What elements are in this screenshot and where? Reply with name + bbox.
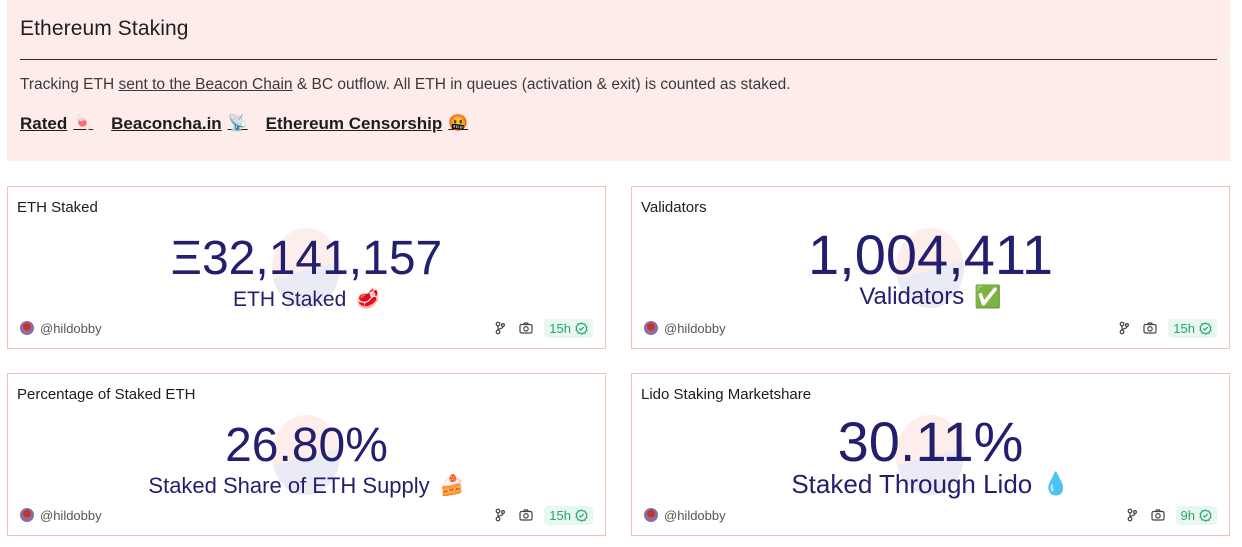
author-name: @hildobby — [664, 320, 726, 336]
avatar — [20, 321, 34, 335]
staked-percentage-card[interactable]: Percentage of Staked ETH 26.80% Staked S… — [7, 373, 606, 536]
camera-icon[interactable] — [518, 507, 534, 523]
avatar — [20, 508, 34, 522]
rated-link-label: Rated — [20, 114, 68, 133]
satellite-antenna-icon: 📡 — [227, 115, 248, 132]
validators-card[interactable]: Validators 1,004,411 Validators ✅ @hildo… — [631, 186, 1230, 349]
author-name: @hildobby — [40, 320, 102, 336]
counter-subtitle-text: ETH Staked — [233, 288, 347, 311]
card-title: Percentage of Staked ETH — [17, 386, 196, 403]
freshness-age: 15h — [1173, 320, 1195, 336]
freshness-badge[interactable]: 15h — [1168, 318, 1217, 338]
page-title: Ethereum Staking — [20, 17, 189, 40]
card-actions: 15h — [492, 505, 593, 525]
card-footer: @hildobby 15h — [20, 318, 593, 338]
counter-subtitle-text: Validators — [859, 283, 965, 310]
check-mark-icon: ✅ — [974, 284, 1002, 309]
author[interactable]: @hildobby — [20, 508, 102, 523]
eth-staked-card[interactable]: ETH Staked Ξ32,141,157 ETH Staked 🥩 @hil… — [7, 186, 606, 349]
avatar — [644, 508, 658, 522]
camera-icon[interactable] — [1150, 507, 1166, 523]
counter-value: 30.11% — [837, 410, 1024, 473]
counter-subtitle: Validators ✅ — [632, 285, 1229, 309]
freshness-age: 9h — [1180, 507, 1195, 523]
angry-face-icon: 🤬 — [448, 115, 469, 132]
freshness-age: 15h — [549, 507, 571, 523]
verified-check-icon — [575, 508, 588, 522]
droplet-icon: 💧 — [1042, 471, 1070, 496]
verified-check-icon — [575, 321, 588, 335]
counter-subtitle-text: Staked Share of ETH Supply — [148, 473, 430, 498]
header-links: Rated 🍬 Beaconcha.in 📡 Ethereum Censorsh… — [20, 114, 468, 134]
fork-icon[interactable] — [1116, 320, 1132, 336]
beaconchain-link-label: Beaconcha.in — [111, 114, 222, 133]
description-prefix: Tracking ETH — [20, 76, 119, 93]
freshness-badge[interactable]: 15h — [544, 505, 593, 525]
counter-value: Ξ32,141,157 — [170, 232, 443, 285]
card-footer: @hildobby 15h — [644, 318, 1217, 338]
counter-subtitle-text: Staked Through Lido — [791, 469, 1033, 499]
verified-check-icon — [1199, 321, 1212, 335]
cake-icon: 🍰 — [439, 475, 465, 497]
counter-value: 26.80% — [225, 419, 388, 472]
card-title: Lido Staking Marketshare — [641, 386, 812, 403]
dashboard-header: Ethereum Staking Tracking ETH sent to th… — [7, 0, 1230, 161]
camera-icon[interactable] — [1142, 320, 1158, 336]
header-description: Tracking ETH sent to the Beacon Chain & … — [20, 76, 791, 94]
verified-check-icon — [1199, 508, 1212, 522]
author-name: @hildobby — [664, 507, 726, 523]
card-footer: @hildobby 9h — [644, 505, 1217, 525]
author[interactable]: @hildobby — [644, 508, 726, 523]
counter-subtitle: ETH Staked 🥩 — [8, 289, 605, 310]
counter-value: 1,004,411 — [808, 223, 1053, 286]
author[interactable]: @hildobby — [644, 321, 726, 336]
freshness-age: 15h — [549, 320, 571, 336]
ethereum-censorship-link[interactable]: Ethereum Censorship 🤬 — [266, 114, 469, 134]
card-actions: 15h — [1116, 318, 1217, 338]
card-actions: 9h — [1124, 505, 1217, 525]
counter-subtitle: Staked Share of ETH Supply 🍰 — [8, 475, 605, 497]
lido-marketshare-card[interactable]: Lido Staking Marketshare 30.11% Staked T… — [631, 373, 1230, 536]
fork-icon[interactable] — [1124, 507, 1140, 523]
card-title: Validators — [641, 199, 707, 216]
avatar — [644, 321, 658, 335]
beaconchain-link[interactable]: Beaconcha.in 📡 — [111, 114, 247, 134]
header-divider — [20, 59, 1217, 60]
description-suffix: & BC outflow. All ETH in queues (activat… — [292, 76, 791, 93]
card-footer: @hildobby 15h — [20, 505, 593, 525]
candy-icon: 🍬 — [73, 115, 94, 132]
fork-icon[interactable] — [492, 507, 508, 523]
card-title: ETH Staked — [17, 199, 98, 216]
fork-icon[interactable] — [492, 320, 508, 336]
beacon-chain-link[interactable]: sent to the Beacon Chain — [118, 76, 292, 93]
freshness-badge[interactable]: 9h — [1175, 505, 1217, 525]
card-actions: 15h — [492, 318, 593, 338]
meat-icon: 🥩 — [356, 289, 380, 310]
author-name: @hildobby — [40, 507, 102, 523]
author[interactable]: @hildobby — [20, 321, 102, 336]
rated-link[interactable]: Rated 🍬 — [20, 114, 93, 134]
counter-subtitle: Staked Through Lido 💧 — [632, 471, 1229, 497]
ethereum-censorship-link-label: Ethereum Censorship — [265, 114, 443, 133]
camera-icon[interactable] — [518, 320, 534, 336]
freshness-badge[interactable]: 15h — [544, 318, 593, 338]
